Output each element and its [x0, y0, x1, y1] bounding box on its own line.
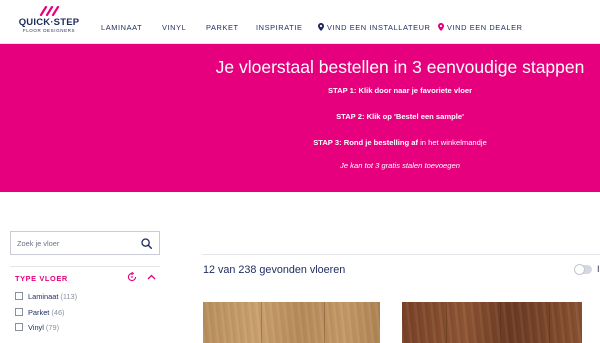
nav-vinyl[interactable]: VINYL [162, 23, 186, 32]
option-count: (46) [51, 308, 65, 317]
view-toggle[interactable] [574, 264, 592, 275]
step-2-label: STAP 2: [336, 112, 365, 121]
plank-seam [261, 302, 262, 343]
checkbox[interactable] [15, 308, 23, 316]
logo-brand-text: QUICK·STEP [18, 17, 80, 28]
search-box [10, 231, 160, 255]
step-1-text: Klik door naar je favoriete vloer [356, 86, 473, 95]
step-2-text: Klik op [364, 112, 395, 121]
option-label: Vinyl [28, 323, 44, 332]
quick-step-logo[interactable]: QUICK·STEP FLOOR DESIGNERS [14, 6, 84, 38]
location-pin-icon [318, 23, 324, 31]
filter-option-laminaat[interactable]: Laminaat (113) [15, 292, 77, 301]
filter-title[interactable]: TYPE VLOER [15, 274, 68, 283]
option-label: Laminaat [28, 292, 59, 301]
hero-step-2: STAP 2: Klik op 'Bestel een sample' [250, 112, 550, 121]
chevron-up-icon[interactable] [147, 273, 156, 281]
plank-seam [324, 302, 325, 343]
hero-banner: Je vloerstaal bestellen in 3 eenvoudige … [0, 44, 600, 192]
results-divider [202, 254, 600, 255]
toggle-knob [574, 264, 585, 275]
toggle-label: I [597, 264, 600, 274]
product-tile-image[interactable] [402, 302, 582, 343]
plank-seam [549, 302, 550, 343]
nav-dealer-label: VIND EEN DEALER [447, 23, 523, 32]
hero-step-1: STAP 1: Klik door naar je favoriete vloe… [250, 86, 550, 95]
step-3-tail: in het winkelmandje [417, 138, 487, 147]
hero-title: Je vloerstaal bestellen in 3 eenvoudige … [215, 57, 585, 77]
results-count: 12 van 238 gevonden vloeren [203, 264, 346, 276]
hero-note: Je kan tot 3 gratis stalen toevoegen [340, 161, 460, 170]
logo-stripes-icon [39, 6, 60, 16]
filter-option-parket[interactable]: Parket (46) [15, 308, 65, 317]
nav-installer-label: VIND EEN INSTALLATEUR [327, 23, 431, 32]
sidebar-divider [10, 266, 160, 267]
plank-seam [446, 302, 447, 343]
step-1-label: STAP 1: [327, 86, 357, 95]
option-label: Parket [28, 308, 50, 317]
nav-parket[interactable]: PARKET [206, 23, 239, 32]
logo-subtitle: FLOOR DESIGNERS [22, 28, 76, 33]
option-count: (113) [60, 292, 78, 301]
checkbox[interactable] [15, 292, 23, 300]
hero-step-3: STAP 3: Rond je bestelling af in het win… [250, 138, 550, 147]
search-input[interactable] [17, 237, 137, 250]
option-count: (79) [45, 323, 60, 332]
reset-filter-icon[interactable] [127, 272, 137, 282]
step-3-text: Rond je bestelling af [341, 138, 418, 147]
nav-vind-dealer[interactable]: VIND EEN DEALER [438, 23, 523, 32]
step-2-action: 'Bestel een sample' [394, 112, 464, 121]
search-icon[interactable] [141, 238, 152, 249]
plank-seam [500, 302, 501, 343]
location-pin-icon [438, 23, 444, 31]
checkbox[interactable] [15, 323, 23, 331]
product-tile-image[interactable] [203, 302, 380, 343]
site-header: QUICK·STEP FLOOR DESIGNERS LAMINAAT VINY… [0, 0, 600, 44]
step-3-label: STAP 3: [313, 138, 342, 147]
nav-vind-installateur[interactable]: VIND EEN INSTALLATEUR [318, 23, 431, 32]
filter-option-vinyl[interactable]: Vinyl (79) [15, 323, 59, 332]
nav-laminaat[interactable]: LAMINAAT [101, 23, 142, 32]
nav-inspiratie[interactable]: INSPIRATIE [256, 23, 303, 32]
